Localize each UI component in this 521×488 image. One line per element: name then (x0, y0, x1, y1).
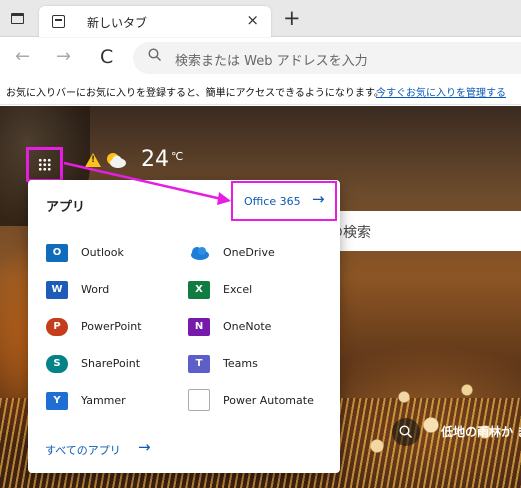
partly-cloudy-icon (107, 153, 126, 168)
excel-icon: X (188, 281, 210, 299)
app-launcher-icon (38, 158, 51, 171)
app-label: Yammer (81, 394, 126, 407)
office365-link[interactable]: Office 365 → (231, 181, 337, 221)
app-label: Outlook (81, 246, 124, 259)
app-label: OneNote (223, 320, 272, 333)
search-icon (399, 425, 412, 438)
arrow-right-icon[interactable]: → (138, 438, 151, 456)
address-bar[interactable]: 検索または Web アドレスを入力 (133, 42, 521, 74)
background-flowers (341, 348, 521, 488)
new-tab-button[interactable]: + (283, 6, 301, 30)
tab-actions-icon[interactable] (11, 13, 24, 24)
app-launcher-button[interactable] (26, 147, 63, 182)
apps-panel: アプリ Office 365 → O Outlook W Word P Powe… (28, 180, 340, 473)
outlook-icon: O (46, 244, 68, 262)
warning-icon (85, 153, 101, 167)
close-tab-icon[interactable]: × (246, 11, 259, 29)
favorites-message: お気に入りバーにお気に入りを登録すると、簡単にアクセスできるようになります。 (6, 88, 384, 99)
tab-new-tab[interactable]: 新しいタブ × (39, 6, 271, 37)
app-label: Power Automate (223, 394, 314, 407)
navigation-bar: ← → C 検索または Web アドレスを入力 (0, 38, 521, 78)
powerpoint-icon: P (46, 318, 68, 336)
back-button[interactable]: ← (15, 46, 30, 67)
new-tab-page-icon (52, 15, 65, 28)
manage-favorites-link[interactable]: 今すぐお気に入りを管理する (376, 84, 506, 99)
tab-strip: 新しいタブ × + (0, 0, 521, 37)
app-label: PowerPoint (81, 320, 142, 333)
address-placeholder: 検索または Web アドレスを入力 (175, 54, 368, 69)
search-icon (148, 48, 161, 61)
app-label: Word (81, 283, 110, 296)
forward-button[interactable]: → (56, 46, 71, 67)
temperature-unit: ℃ (171, 150, 184, 163)
onedrive-icon (191, 247, 209, 260)
power-automate-icon (188, 389, 210, 411)
onenote-icon: N (188, 318, 210, 336)
app-label: OneDrive (223, 246, 275, 259)
office365-label: Office 365 (244, 195, 301, 208)
apps-panel-title: アプリ (46, 200, 86, 215)
news-headline[interactable]: 低地の雨林か まで... (441, 423, 521, 441)
word-icon: W (46, 281, 68, 299)
app-label: SharePoint (81, 357, 141, 370)
yammer-icon: Y (46, 392, 68, 410)
teams-icon: T (188, 355, 210, 373)
sharepoint-icon: S (46, 355, 68, 373)
all-apps-link[interactable]: すべてのアプリ (45, 442, 121, 458)
favorites-info-bar: お気に入りバーにお気に入りを登録すると、簡単にアクセスできるようになります。 今… (0, 78, 521, 105)
app-label: Excel (223, 283, 253, 296)
temperature: 24 ℃ (141, 147, 183, 172)
temperature-value: 24 (141, 147, 169, 172)
app-label: Teams (223, 357, 258, 370)
arrow-right-icon: → (312, 190, 325, 208)
news-search-button[interactable] (392, 418, 420, 446)
tab-title: 新しいタブ (87, 16, 148, 30)
refresh-button[interactable]: C (100, 46, 113, 68)
